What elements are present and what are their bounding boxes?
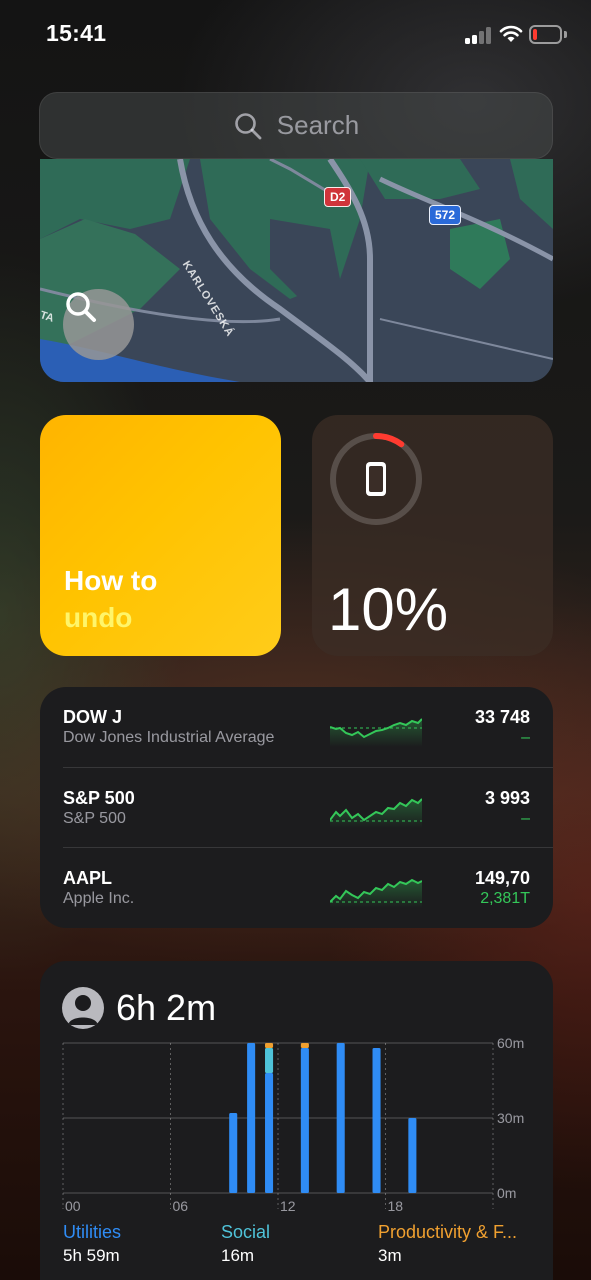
x-tick-label: 18 bbox=[388, 1198, 404, 1211]
screen-time-total: 6h 2m bbox=[116, 987, 217, 1028]
tips-subtitle: undo bbox=[64, 602, 133, 633]
stock-change: 2,381T bbox=[480, 890, 530, 907]
status-time: 15:41 bbox=[46, 20, 107, 46]
wifi-icon bbox=[499, 25, 523, 42]
stock-symbol: AAPL bbox=[63, 868, 112, 888]
avatar-icon bbox=[62, 987, 104, 1029]
category-value: 5h 59m bbox=[63, 1246, 120, 1265]
y-tick-label: 0m bbox=[497, 1185, 516, 1201]
battery-icon bbox=[529, 25, 567, 45]
category-name: Utilities bbox=[63, 1222, 122, 1242]
category-value: 3m bbox=[378, 1246, 402, 1265]
screen-time-chart: 0m 30m 60m 00 06 12 18 bbox=[62, 1035, 524, 1211]
cellular-signal-icon bbox=[465, 27, 493, 44]
y-tick-label: 60m bbox=[497, 1035, 524, 1051]
stock-name: Apple Inc. bbox=[63, 890, 135, 907]
bar-utilities-h11 bbox=[265, 1073, 274, 1193]
stock-price: 33 748 bbox=[474, 707, 530, 727]
x-tick-label: 00 bbox=[65, 1198, 81, 1211]
road-badge-d2: D2 bbox=[324, 187, 352, 207]
bar-utilities-h15 bbox=[336, 1043, 345, 1193]
battery-widget[interactable]: 10% bbox=[312, 415, 553, 656]
road-badge-572: 572 bbox=[429, 205, 462, 225]
stock-change: – bbox=[521, 729, 530, 746]
status-bar: 15:41 bbox=[0, 0, 591, 70]
stock-sparkline bbox=[330, 798, 422, 828]
iphone-icon bbox=[366, 462, 386, 496]
stock-price: 3 993 bbox=[484, 788, 530, 808]
category-value: 16m bbox=[221, 1246, 255, 1265]
stock-name: S&P 500 bbox=[63, 810, 126, 827]
y-tick-label: 30m bbox=[497, 1110, 524, 1126]
bar-utilities-h13 bbox=[300, 1048, 309, 1193]
stock-row[interactable]: S&P 500 S&P 500 3 993 – bbox=[40, 768, 553, 848]
category-name: Productivity & F... bbox=[378, 1222, 518, 1242]
tips-title: How to bbox=[64, 565, 158, 596]
stock-row[interactable]: DOW J Dow Jones Industrial Average 33 74… bbox=[40, 687, 553, 767]
stock-symbol: DOW J bbox=[63, 707, 123, 727]
bar-productivity-f--h13 bbox=[300, 1043, 309, 1048]
bar-productivity-f--h11 bbox=[265, 1043, 274, 1048]
bar-utilities-h9 bbox=[229, 1113, 238, 1193]
bar-utilities-h10 bbox=[247, 1043, 256, 1193]
stock-price: 149,70 bbox=[474, 868, 530, 888]
stock-sparkline bbox=[330, 878, 422, 908]
bar-social-h11 bbox=[265, 1048, 274, 1073]
magnifier-icon bbox=[66, 292, 96, 322]
map-search-button[interactable] bbox=[63, 289, 134, 360]
stock-row[interactable]: AAPL Apple Inc. 149,70 2,381T bbox=[40, 848, 553, 928]
category-name: Social bbox=[221, 1222, 271, 1242]
category-productivity: Productivity & F... 3m bbox=[378, 1222, 517, 1266]
search-placeholder: Search bbox=[276, 110, 360, 140]
stock-name: Dow Jones Industrial Average bbox=[63, 729, 275, 746]
search-icon bbox=[234, 112, 262, 139]
bar-utilities-h19 bbox=[408, 1118, 417, 1193]
battery-percent: 10% bbox=[328, 576, 449, 643]
stock-change: – bbox=[521, 810, 530, 827]
stock-symbol: S&P 500 bbox=[63, 788, 135, 808]
stock-sparkline bbox=[330, 718, 422, 747]
x-tick-label: 12 bbox=[280, 1198, 296, 1211]
tips-widget[interactable]: How to undo bbox=[40, 415, 281, 656]
maps-widget[interactable]: D2 572 KARLOVESKÁ TA bbox=[40, 159, 553, 382]
category-social: Social 16m bbox=[221, 1222, 270, 1266]
bar-utilities-h17 bbox=[372, 1048, 381, 1193]
screen-time-widget[interactable]: 6h 2m 0m 30m 60m 00 06 12 18 Utilities 5h 59m … bbox=[40, 961, 553, 1280]
battery-ring bbox=[330, 433, 422, 525]
category-utilities: Utilities 5h 59m bbox=[63, 1222, 121, 1266]
search-field[interactable]: Search bbox=[39, 92, 553, 159]
x-tick-label: 06 bbox=[173, 1198, 189, 1211]
stocks-widget[interactable]: DOW J Dow Jones Industrial Average 33 74… bbox=[40, 687, 553, 928]
